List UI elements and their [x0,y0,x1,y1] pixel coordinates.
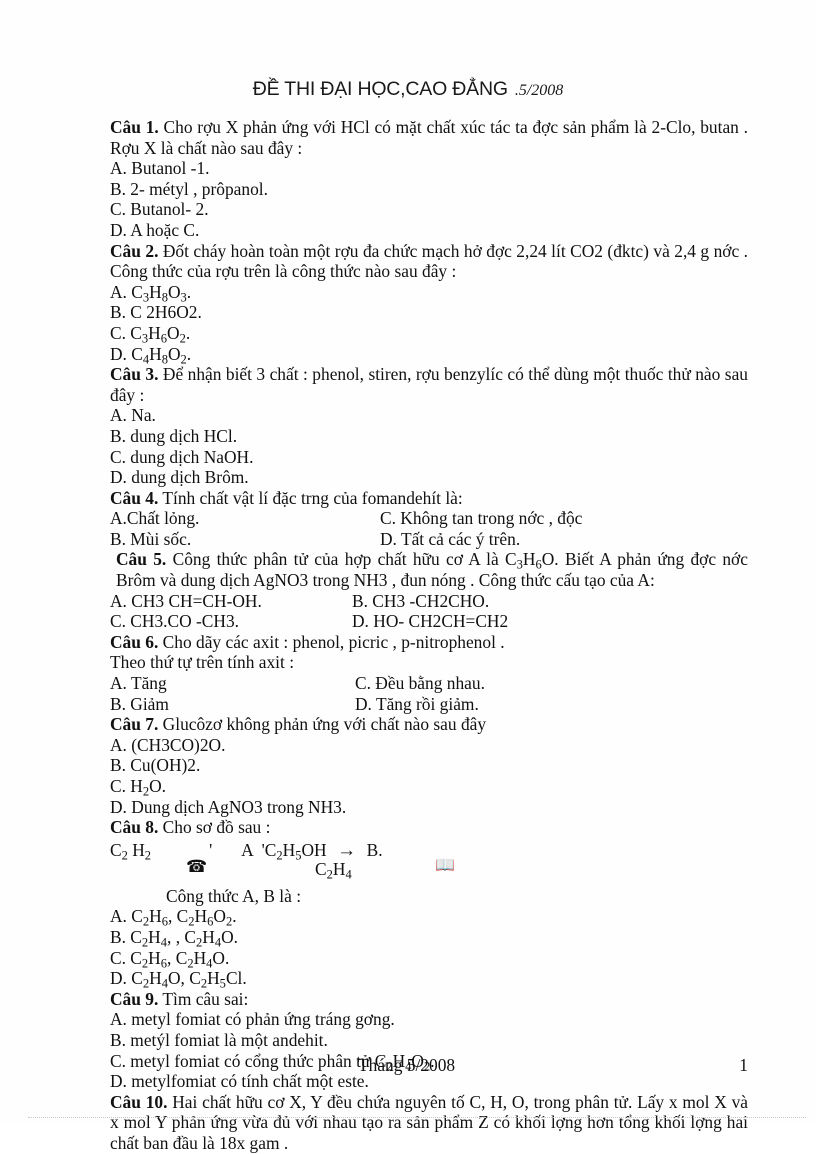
question-4-prompt: Câu 4. Tính chất vật lí đặc trng của fom… [110,488,748,509]
question-8-option-c[interactable]: C. C2H6, C2H4O. [110,948,748,970]
question-5-option-row-1: A. CH3 CH=CH-OH. B. CH3 -CH2CHO. [110,591,748,612]
exam-body: Câu 1. Cho rợu X phản ứng với HCl có mặt… [110,117,748,1154]
question-3-text: Để nhận biết 3 chất : phenol, stiren, rợ… [110,364,748,405]
question-1-option-d[interactable]: D. A hoặc C. [110,220,748,241]
question-1-option-b[interactable]: B. 2- métyl , prôpanol. [110,179,748,200]
question-10-text: Hai chất hữu cơ X, Y đều chứa nguyên tố … [110,1091,748,1153]
question-6-option-b[interactable]: B. Giảm [110,694,355,715]
question-7-option-a[interactable]: A. (CH3CO)2O. [110,735,748,756]
question-2-option-d[interactable]: D. C4H8O2. [110,344,748,366]
question-2-text: Đốt cháy hoàn toàn một rợu đa chức mạch … [110,240,748,282]
question-2-option-a[interactable]: A. C3H8O3. [110,282,748,304]
question-4-option-c[interactable]: C. Không tan trong nớc , độc [380,508,582,529]
question-1-option-c[interactable]: C. Butanol- 2. [110,199,748,220]
question-3-prompt: Câu 3. Để nhận biết 3 chất : phenol, sti… [110,364,748,405]
question-8-option-b[interactable]: B. C2H4, , C2H4O. [110,927,748,949]
question-3: Câu 3. Để nhận biết 3 chất : phenol, sti… [110,364,748,488]
question-1-text: Cho rợu X phản ứng với HCl có mặt chất x… [110,117,748,158]
question-8-text: Cho sơ đồ sau : [158,817,271,838]
question-9-option-a[interactable]: A. metyl fomiat có phản ứng tráng gơng. [110,1009,748,1030]
question-2-option-b[interactable]: B. C 2H6O2. [110,302,748,323]
question-4-option-d[interactable]: D. Tất cả các ý trên. [380,529,520,550]
question-5-option-d[interactable]: D. HO- CH2CH=CH2 [352,611,508,632]
question-5-option-b[interactable]: B. CH3 -CH2CHO. [352,591,489,612]
question-8-label: Câu 8. [110,817,159,838]
question-7-option-d[interactable]: D. Dung dịch AgNO3 trong NH3. [110,797,748,818]
page-number: 1 [739,1055,748,1075]
question-6-option-d[interactable]: D. Tăng rồi giảm. [355,694,479,715]
scheme-below-formula: C2H4 [315,858,352,882]
question-6-option-c[interactable]: C. Đều bằng nhau. [355,673,485,694]
question-4-option-row-1: A.Chất lỏng. C. Không tan trong nớc , độ… [110,508,748,529]
question-6-label: Câu 6. [110,631,159,652]
question-8-option-d[interactable]: D. C2H4O, C2H5Cl. [110,968,748,990]
question-2-option-c[interactable]: C. C3H6O2. [110,323,748,345]
question-4: Câu 4. Tính chất vật lí đặc trng của fom… [110,488,748,550]
question-1-label: Câu 1. [110,117,159,137]
question-1-option-a[interactable]: A. Butanol -1. [110,158,748,179]
question-8-prompt: Câu 8. Cho sơ đồ sau : [110,817,748,838]
question-9-text: Tìm câu sai: [158,988,249,1009]
question-7-option-b[interactable]: B. Cu(OH)2. [110,755,748,776]
question-8-option-a[interactable]: A. C2H6, C2H6O2. [110,906,748,928]
question-7: Câu 7. Glucôzơ không phản ứng với chất n… [110,714,748,817]
scheme-tick-1: ' [209,839,213,860]
question-6-prompt: Câu 6. Cho dãy các axit : phenol, picric… [110,632,748,653]
question-1-prompt: Câu 1. Cho rợu X phản ứng với HCl có mặt… [110,117,748,158]
question-8-scheme-caption: Công thức A, B là : [166,885,302,906]
question-6: Câu 6. Cho dãy các axit : phenol, picric… [110,632,748,714]
question-5-text: Công thức phân tử của hợp chất hữu cơ A … [116,549,748,591]
scheme-intermediate-a: A [241,839,254,860]
question-4-text: Tính chất vật lí đặc trng của fomandehít… [158,487,463,508]
footer-month: Tháng 5/2008 [358,1055,456,1075]
page-footer: Tháng 5/2008 1 [110,1055,748,1077]
scheme-start-formula: C2 H2 [110,839,152,863]
question-6-option-a[interactable]: A. Tăng [110,673,355,694]
question-3-option-b[interactable]: B. dung dịch HCl. [110,426,748,447]
question-3-option-d[interactable]: D. dung dịch Brôm. [110,467,748,488]
question-5-option-a[interactable]: A. CH3 CH=CH-OH. [110,591,352,612]
question-4-option-row-2: B. Mùi sốc. D. Tất cả các ý trên. [110,529,748,550]
open-book-icon: 📖 [435,856,455,874]
question-9-label: Câu 9. [110,988,159,1009]
question-2-label: Câu 2. [110,240,159,261]
question-5: Câu 5. Công thức phân tử của hợp chất hữ… [110,549,748,631]
question-9-option-b[interactable]: B. metýl fomiat là một andehit. [110,1030,748,1051]
question-4-option-b[interactable]: B. Mùi sốc. [110,529,380,550]
question-7-prompt: Câu 7. Glucôzơ không phản ứng với chất n… [110,714,748,735]
question-8: Câu 8. Cho sơ đồ sau : C2 H2 ' A 'C2H5OH → B.… [110,817,748,990]
question-5-label: Câu 5. [116,549,167,570]
scheme-mid-formula: C2H5OH [264,839,327,863]
question-9-prompt: Câu 9. Tìm câu sai: [110,989,748,1010]
page-title: ĐỀ THI ĐẠI HỌC,CAO ĐẲNG [252,78,508,100]
question-4-option-a[interactable]: A.Chất lỏng. [110,508,380,529]
question-3-option-a[interactable]: A. Na. [110,405,748,426]
document-page: ĐỀ THI ĐẠI HỌC,CAO ĐẲNG .5/2008 Câu 1. Ch… [0,0,816,1153]
question-3-option-c[interactable]: C. dung dịch NaOH. [110,447,748,468]
scan-edge-line [28,1117,806,1119]
question-10-label: Câu 10. [110,1091,168,1112]
document-header: ĐỀ THI ĐẠI HỌC,CAO ĐẲNG .5/2008 [0,78,816,101]
question-6-option-row-1: A. Tăng C. Đều bằng nhau. [110,673,748,694]
question-2: Câu 2. Đốt cháy hoàn toàn một rợu đa chứ… [110,241,748,366]
question-7-text: Glucôzơ không phản ứng với chất nào sau … [158,714,487,735]
question-8-reaction-scheme: C2 H2 ' A 'C2H5OH → B. ☎ C2H4 📖 [110,840,748,886]
question-4-label: Câu 4. [110,487,159,508]
question-5-option-row-2: C. CH3.CO -CH3. D. HO- CH2CH=CH2 [110,611,748,632]
telephone-icon: ☎ [186,856,208,876]
question-2-prompt: Câu 2. Đốt cháy hoàn toàn một rợu đa chứ… [110,241,748,282]
question-5-option-c[interactable]: C. CH3.CO -CH3. [110,611,352,632]
question-5-prompt: Câu 5. Công thức phân tử của hợp chất hữ… [110,549,748,590]
question-6-option-row-2: B. Giảm D. Tăng rồi giảm. [110,694,748,715]
header-date: .5/2008 [514,82,564,99]
question-6-text: Cho dãy các axit : phenol, picric , p-ni… [158,631,505,652]
question-6-prompt-line2: Theo thứ tự trên tính axit : [110,652,295,673]
question-7-option-c[interactable]: C. H2O. [110,776,748,798]
scheme-end-b: B. [366,839,383,860]
question-7-label: Câu 7. [110,714,159,735]
question-1: Câu 1. Cho rợu X phản ứng với HCl có mặt… [110,117,748,241]
question-3-label: Câu 3. [110,364,159,385]
